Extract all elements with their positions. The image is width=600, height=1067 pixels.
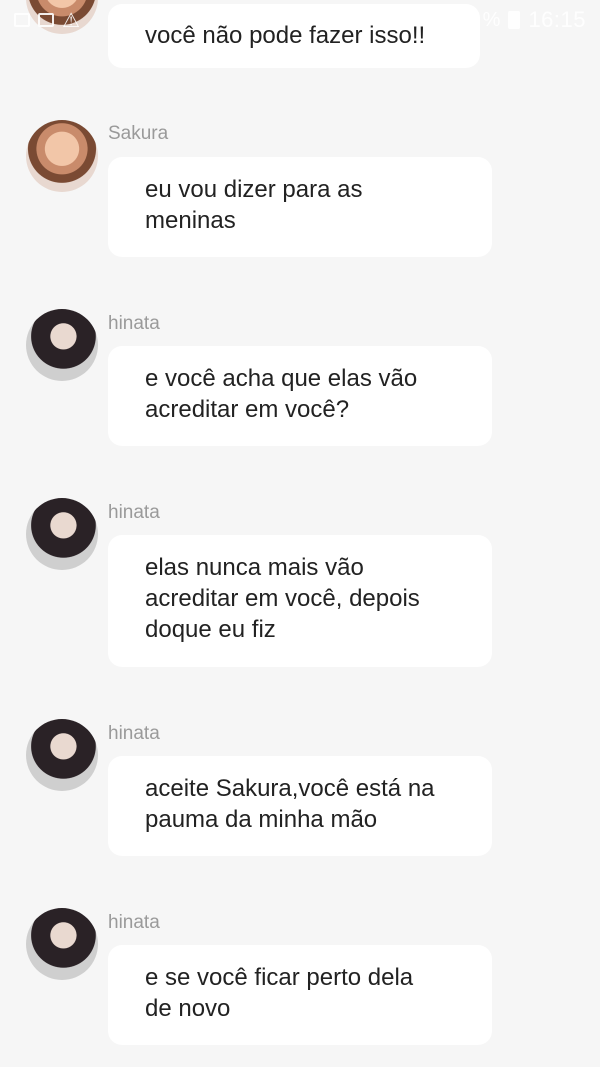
message-text: eu vou dizer para as [145,176,363,203]
battery-percent: % [482,8,501,31]
message-text: aceite Sakura,você está na [145,775,435,802]
message-text: e se você ficar perto dela [145,964,414,991]
sender-name[interactable]: hinata [108,502,160,524]
message-text: elas nunca mais vão [145,554,364,581]
sender-name[interactable]: hinata [108,912,160,934]
warning-icon: ⚠ [62,9,80,32]
status-right: % 16:15 [483,7,586,33]
message-text: pauma da minha mão [145,806,378,833]
message-bubble[interactable]: e se você ficar perto dela de novo [108,945,492,1045]
battery-icon [508,11,521,29]
sender-name[interactable]: Sakura [108,123,168,145]
message-text: acreditar em você, depois [145,585,420,612]
hinata-avatar[interactable] [26,908,98,980]
sender-name[interactable]: hinata [108,723,160,745]
message-bubble[interactable]: e você acha que elas vão acreditar em vo… [108,346,492,446]
message-text: doque eu fiz [145,616,276,643]
message-bubble[interactable]: elas nunca mais vão acreditar em você, d… [108,535,492,667]
sakura-avatar[interactable] [26,120,98,192]
hinata-avatar[interactable] [26,309,98,381]
status-bar: ⚠ % 16:15 [0,0,600,40]
status-left: ⚠ [14,8,80,33]
folder-icon [38,13,54,27]
image-icon [14,13,30,27]
message-text: de novo [145,995,231,1022]
message-text: acreditar em você? [145,396,350,423]
message-text: meninas [145,207,236,234]
status-time: 16:15 [528,7,586,32]
message-bubble[interactable]: aceite Sakura,você está na pauma da minh… [108,756,492,856]
hinata-avatar[interactable] [26,719,98,791]
message-bubble[interactable]: eu vou dizer para as meninas [108,157,492,257]
hinata-avatar[interactable] [26,498,98,570]
message-text: e você acha que elas vão [145,365,418,392]
sender-name[interactable]: hinata [108,313,160,335]
